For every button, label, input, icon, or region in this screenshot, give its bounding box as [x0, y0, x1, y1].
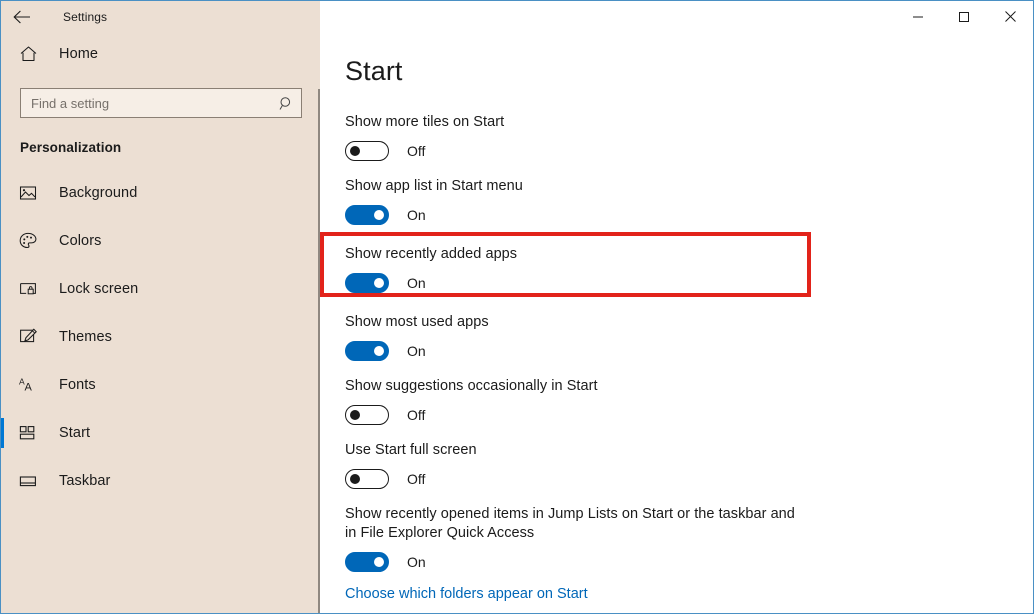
setting-label: Use Start full screen [345, 442, 477, 458]
sidebar: Home Personalization [1, 32, 320, 613]
close-button[interactable] [987, 1, 1033, 32]
brush-icon [19, 328, 45, 346]
toggle-knob [350, 410, 360, 420]
sidebar-item-fonts[interactable]: A A Fonts [1, 361, 320, 409]
start-tiles-icon [19, 425, 45, 441]
sidebar-item-taskbar[interactable]: Taskbar [1, 457, 320, 505]
toggle-row: On [345, 341, 1033, 361]
toggle-knob [374, 278, 384, 288]
toggle-knob [374, 557, 384, 567]
toggle-state-label: Off [407, 407, 426, 423]
main-content: Start Show more tiles on Start Off Show … [320, 32, 1033, 613]
toggle-show-most-used-apps[interactable] [345, 341, 389, 361]
toggle-show-recently-opened-items[interactable] [345, 552, 389, 572]
toggle-show-app-list[interactable] [345, 205, 389, 225]
setting-label: Show recently added apps [345, 246, 518, 262]
home-icon [19, 45, 45, 63]
toggle-knob [374, 210, 384, 220]
setting-show-recently-added-apps: Show recently added apps On [345, 245, 1033, 293]
lock-screen-icon [19, 281, 45, 298]
setting-show-recently-opened-items: Show recently opened items in Jump Lists… [345, 505, 1033, 572]
toggle-knob [350, 146, 360, 156]
toggle-state-label: Off [407, 471, 426, 487]
toggle-state-label: On [407, 343, 426, 359]
app-title: Settings [63, 9, 108, 24]
title-bar-right [320, 1, 1033, 32]
toggle-row: Off [345, 469, 1033, 489]
picture-icon [19, 185, 45, 202]
setting-show-more-tiles: Show more tiles on Start Off [345, 113, 1033, 161]
setting-show-most-used-apps: Show most used apps On [345, 313, 1033, 361]
toggle-row: On [345, 273, 1033, 293]
back-arrow-icon[interactable] [1, 1, 43, 32]
sidebar-item-home[interactable]: Home [1, 32, 320, 76]
settings-window: Settings Home Find a setting Personaliza… [0, 0, 1034, 614]
toggle-knob [350, 474, 360, 484]
toggle-row: Off [345, 141, 1033, 161]
toggle-state-label: On [407, 275, 426, 291]
sidebar-item-colors-label: Colors [59, 233, 102, 249]
sidebar-item-home-label: Home [59, 46, 99, 62]
sidebar-item-start[interactable]: Start [1, 409, 320, 457]
sidebar-item-lock-screen-label: Lock screen [59, 281, 139, 297]
setting-show-app-list: Show app list in Start menu On [345, 177, 1033, 225]
sidebar-item-themes[interactable]: Themes [1, 313, 320, 361]
setting-label: Show recently opened items in Jump Lists… [345, 506, 795, 541]
toggle-row: On [345, 552, 1033, 572]
setting-use-start-full-screen: Use Start full screen Off [345, 441, 1033, 489]
setting-label: Show most used apps [345, 314, 489, 330]
sidebar-item-fonts-label: Fonts [59, 377, 96, 393]
search-input[interactable] [31, 95, 279, 111]
toggle-row: On [345, 205, 1033, 225]
setting-label: Show app list in Start menu [345, 178, 523, 194]
minimize-button[interactable] [895, 1, 941, 32]
setting-show-suggestions: Show suggestions occasionally in Start O… [345, 377, 1033, 425]
choose-folders-link[interactable]: Choose which folders appear on Start [345, 586, 588, 602]
toggle-show-more-tiles[interactable] [345, 141, 389, 161]
palette-icon [19, 232, 45, 250]
sidebar-section-title: Personalization [20, 140, 122, 155]
toggle-show-suggestions[interactable] [345, 405, 389, 425]
setting-label: Show suggestions occasionally in Start [345, 378, 598, 394]
sidebar-item-background-label: Background [59, 185, 138, 201]
sidebar-item-taskbar-label: Taskbar [59, 473, 111, 489]
title-bar-left: Settings [1, 1, 320, 32]
search-box[interactable] [20, 88, 302, 118]
toggle-state-label: On [407, 207, 426, 223]
toggle-state-label: Off [407, 143, 426, 159]
maximize-button[interactable] [941, 1, 987, 32]
toggle-use-start-full-screen[interactable] [345, 469, 389, 489]
toggle-show-recently-added-apps[interactable] [345, 273, 389, 293]
sidebar-item-background[interactable]: Background [1, 169, 320, 217]
sidebar-item-themes-label: Themes [59, 329, 112, 345]
sidebar-nav-list: Background Colors Lock screen Themes A A… [1, 169, 320, 505]
svg-text:A: A [25, 382, 33, 394]
toggle-knob [374, 346, 384, 356]
fonts-aa-icon: A A [19, 376, 45, 394]
sidebar-item-colors[interactable]: Colors [1, 217, 320, 265]
sidebar-item-lock-screen[interactable]: Lock screen [1, 265, 320, 313]
toggle-row: Off [345, 405, 1033, 425]
search-icon[interactable] [279, 96, 294, 111]
page-title: Start [345, 56, 403, 86]
sidebar-item-start-label: Start [59, 425, 91, 441]
title-bar: Settings [1, 1, 1033, 32]
toggle-state-label: On [407, 554, 426, 570]
setting-label: Show more tiles on Start [345, 114, 505, 130]
taskbar-icon [19, 474, 45, 489]
